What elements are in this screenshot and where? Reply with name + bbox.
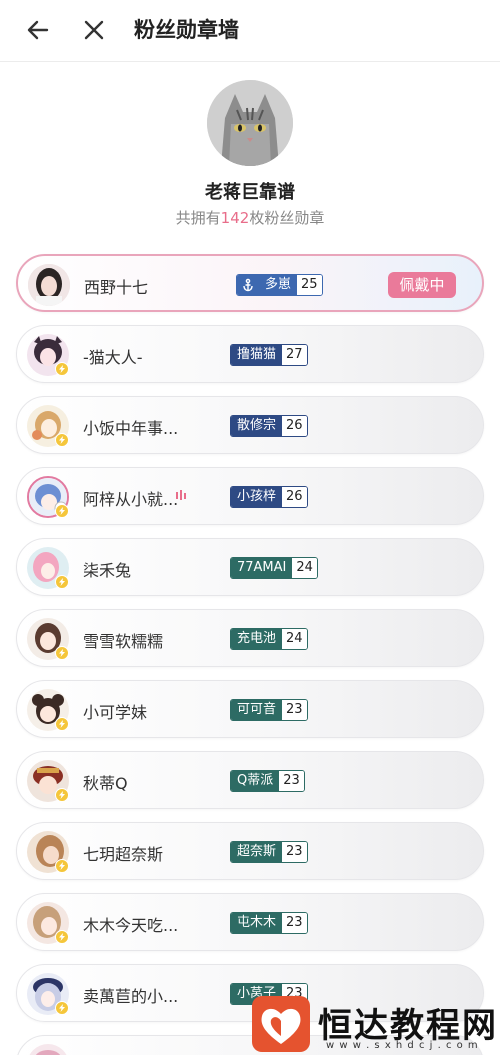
medal-row[interactable]: 秋蒂Q Q蒂派 23 — [16, 751, 484, 809]
fan-medal-wall-page: { "header": {"title": "粉丝勋章墙"}, "profile… — [0, 0, 500, 1055]
user-avatar[interactable] — [207, 80, 293, 166]
medal-count: 共拥有142枚粉丝勋章 — [0, 207, 500, 228]
medal-count-number: 142 — [220, 209, 250, 227]
fan-medal-badge: 多崽 25 — [236, 274, 323, 296]
medal-name: 多崽 — [259, 275, 298, 295]
medal-level: 26 — [282, 487, 307, 507]
medal-name: Q蒂派 — [231, 771, 280, 791]
streamer-name: 雪雪软糯糯 — [83, 632, 164, 651]
fan-medal-badge: Q蒂派 23 — [230, 770, 305, 792]
anchor-icon — [237, 275, 259, 295]
watermark-url: w w w . s x h d c j . c o m — [326, 1040, 479, 1051]
fan-medal-badge: 可可音 23 — [230, 699, 308, 721]
medal-level: 23 — [282, 913, 307, 933]
level-bolt-icon — [55, 859, 69, 873]
medal-row[interactable]: 七玥超奈斯 超奈斯 23 — [16, 822, 484, 880]
medal-row[interactable]: 雪雪软糯糯 充电池 24 — [16, 609, 484, 667]
close-icon — [84, 20, 104, 40]
medal-row[interactable]: 木木今天吃... 屯木木 23 — [16, 893, 484, 951]
page-title: 粉丝勋章墙 — [134, 18, 239, 42]
wearing-status-button[interactable]: 佩戴中 — [388, 272, 456, 298]
streamer-name: 七玥超奈斯 — [83, 845, 164, 864]
medal-name: 77AMAI — [231, 558, 293, 578]
streamer-name: 木木今天吃... — [83, 916, 179, 935]
level-bolt-icon — [55, 1001, 69, 1015]
cat-avatar-icon — [207, 80, 293, 166]
medal-row[interactable]: 柒禾兔 77AMAI 24 — [16, 538, 484, 596]
medal-level: 26 — [282, 416, 307, 436]
medal-name: 屯木木 — [231, 913, 283, 933]
level-bolt-icon — [55, 930, 69, 944]
medal-row[interactable]: 西野十七 多崽 25 佩戴中 — [16, 254, 484, 312]
medal-level: 24 — [282, 629, 307, 649]
arrow-left-icon — [27, 20, 49, 40]
live-sound-icon — [176, 490, 186, 500]
streamer-name: 秋蒂Q — [83, 774, 128, 793]
medal-name: 散修宗 — [231, 416, 283, 436]
medal-level: 27 — [282, 345, 307, 365]
medal-count-suffix: 枚粉丝勋章 — [249, 209, 325, 227]
streamer-name: 小可学妹 — [83, 703, 148, 722]
fan-medal-badge: 屯木木 23 — [230, 912, 308, 934]
medal-level: 23 — [282, 842, 307, 862]
medal-count-prefix: 共拥有 — [175, 209, 221, 227]
medal-level: 25 — [297, 275, 322, 295]
streamer-name: 柒禾兔 — [83, 561, 132, 580]
streamer-name: 小饭中年事... — [83, 419, 179, 438]
fan-medal-badge: 超奈斯 23 — [230, 841, 308, 863]
level-bolt-icon — [55, 788, 69, 802]
medal-level: 23 — [282, 700, 307, 720]
level-bolt-icon — [55, 646, 69, 660]
streamer-name: 卖萬苣的小... — [83, 987, 179, 1006]
heart-logo-icon — [252, 996, 310, 1052]
level-bolt-icon — [55, 575, 69, 589]
medal-row[interactable]: 小饭中年事... 散修宗 26 — [16, 396, 484, 454]
medal-name: 超奈斯 — [231, 842, 283, 862]
fan-medal-badge: 小孩梓 26 — [230, 486, 308, 508]
user-name: 老蒋巨靠谱 — [205, 182, 295, 203]
medal-row[interactable]: 小可学妹 可可音 23 — [16, 680, 484, 738]
medal-row[interactable]: -猫大人- 撸猫猫 27 — [16, 325, 484, 383]
medal-name: 撸猫猫 — [231, 345, 283, 365]
close-button[interactable] — [72, 8, 116, 52]
level-bolt-icon — [55, 433, 69, 447]
fan-medal-badge: 充电池 24 — [230, 628, 308, 650]
medal-row[interactable]: 阿梓从小就... 小孩梓 26 — [16, 467, 484, 525]
streamer-name: -猫大人- — [83, 348, 143, 367]
top-bar: 粉丝勋章墙 — [0, 0, 500, 62]
medal-level: 24 — [292, 558, 317, 578]
medal-name: 小孩梓 — [231, 487, 283, 507]
streamer-name: 西野十七 — [84, 278, 149, 297]
back-button[interactable] — [16, 8, 60, 52]
site-watermark: 恒达教程网 w w w . s x h d c j . c o m — [252, 996, 500, 1055]
medal-level: 23 — [279, 771, 304, 791]
medal-name: 可可音 — [231, 700, 283, 720]
avatar — [28, 264, 70, 306]
medal-name: 充电池 — [231, 629, 283, 649]
streamer-name: 阿梓从小就... — [83, 490, 179, 509]
level-bolt-icon — [55, 717, 69, 731]
level-bolt-icon — [55, 504, 69, 518]
fan-medal-badge: 撸猫猫 27 — [230, 344, 308, 366]
avatar — [27, 1044, 69, 1055]
fan-medal-badge: 77AMAI 24 — [230, 557, 318, 579]
level-bolt-icon — [55, 362, 69, 376]
fan-medal-badge: 散修宗 26 — [230, 415, 308, 437]
